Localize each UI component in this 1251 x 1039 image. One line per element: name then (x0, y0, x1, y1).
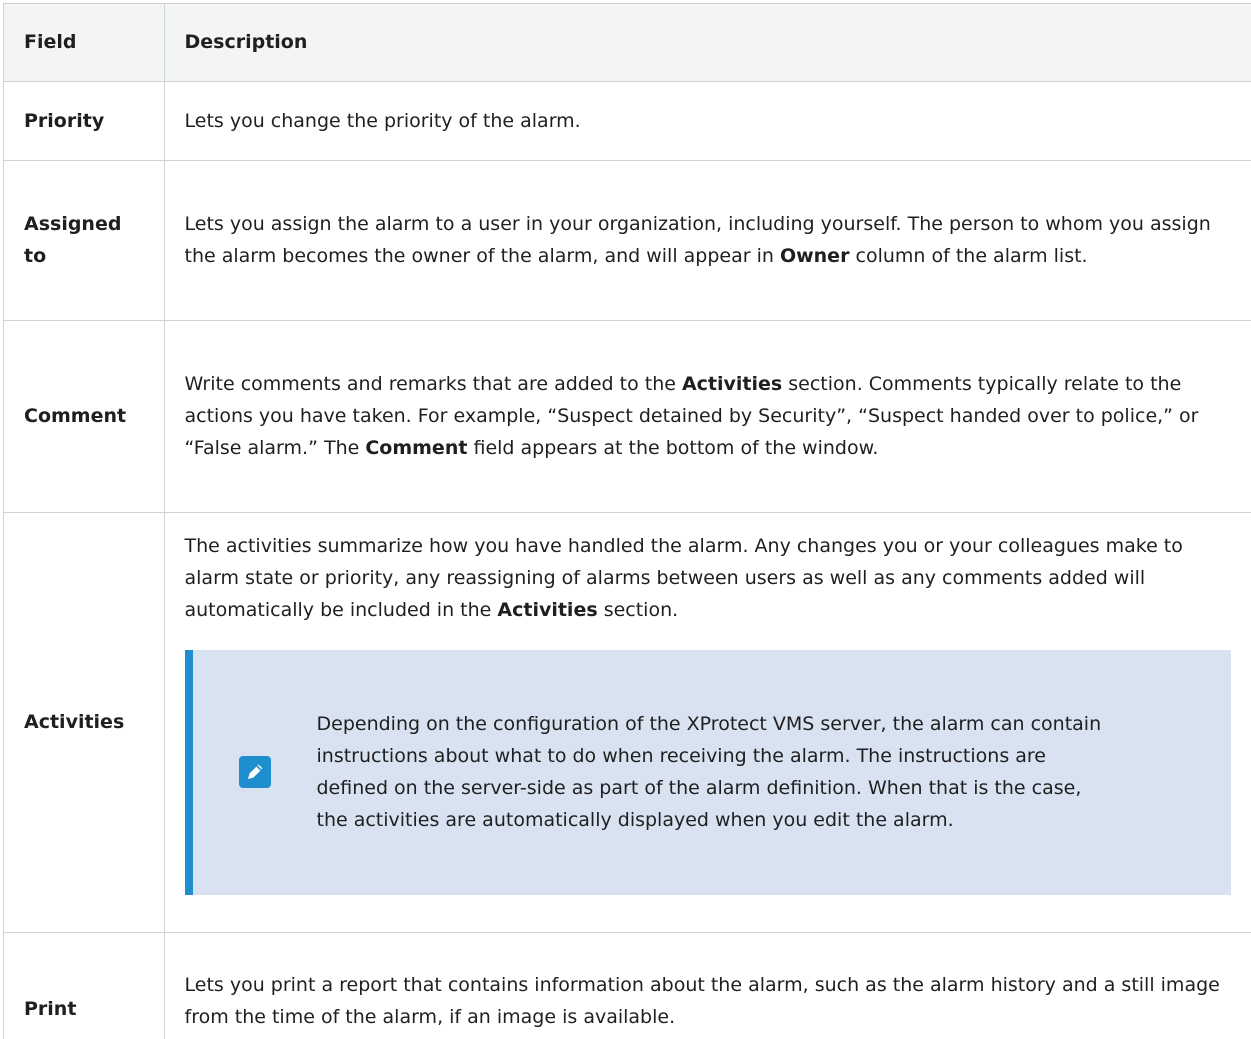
table-header-row: Field Description (4, 4, 1251, 82)
description-text: The activities summarize how you have ha… (184, 534, 1183, 621)
pencil-icon (193, 756, 317, 788)
field-name-priority: Priority (4, 80, 165, 161)
table-row-print: Print Lets you print a report that conta… (4, 931, 1251, 1039)
description-priority: Lets you change the priority of the alar… (163, 80, 1251, 161)
field-name-assigned-to: Assigned to (4, 159, 165, 321)
bold-term-activities: Activities (681, 373, 783, 395)
description-activities: The activities summarize how you have ha… (163, 511, 1251, 933)
description-comment: Write comments and remarks that are adde… (163, 319, 1251, 513)
note-text: Depending on the configuration of the XP… (316, 713, 1102, 831)
description-text: Lets you print a report that contains in… (184, 973, 1220, 1028)
description-assigned-to: Lets you assign the alarm to a user in y… (163, 159, 1251, 321)
description-text: field appears at the bottom of the windo… (467, 437, 879, 459)
bold-term-comment: Comment (365, 437, 468, 459)
description-text: section. (597, 598, 679, 621)
bold-term-activities: Activities (497, 598, 598, 621)
table-row-assigned-to: Assigned to Lets you assign the alarm to… (4, 159, 1251, 321)
field-name-activities: Activities (4, 511, 165, 933)
column-header-field: Field (4, 4, 165, 82)
fields-table: Field Description Priority Lets you chan… (4, 4, 1251, 1039)
note-callout: Depending on the configuration of the XP… (184, 649, 1231, 895)
table-row-priority: Priority Lets you change the priority of… (4, 80, 1251, 161)
field-name-print: Print (4, 931, 165, 1039)
column-header-description: Description (163, 4, 1251, 82)
bold-term-owner: Owner (779, 245, 850, 267)
description-text: column of the alarm list. (849, 245, 1088, 267)
table-row-comment: Comment Write comments and remarks that … (4, 319, 1251, 513)
field-name-print-label: Print (24, 997, 77, 1020)
description-print: Lets you print a report that contains in… (163, 931, 1251, 1039)
description-text: Write comments and remarks that are adde… (184, 373, 682, 395)
table-row-activities: Activities The activities summarize how … (4, 511, 1251, 933)
field-name-comment: Comment (4, 319, 165, 513)
